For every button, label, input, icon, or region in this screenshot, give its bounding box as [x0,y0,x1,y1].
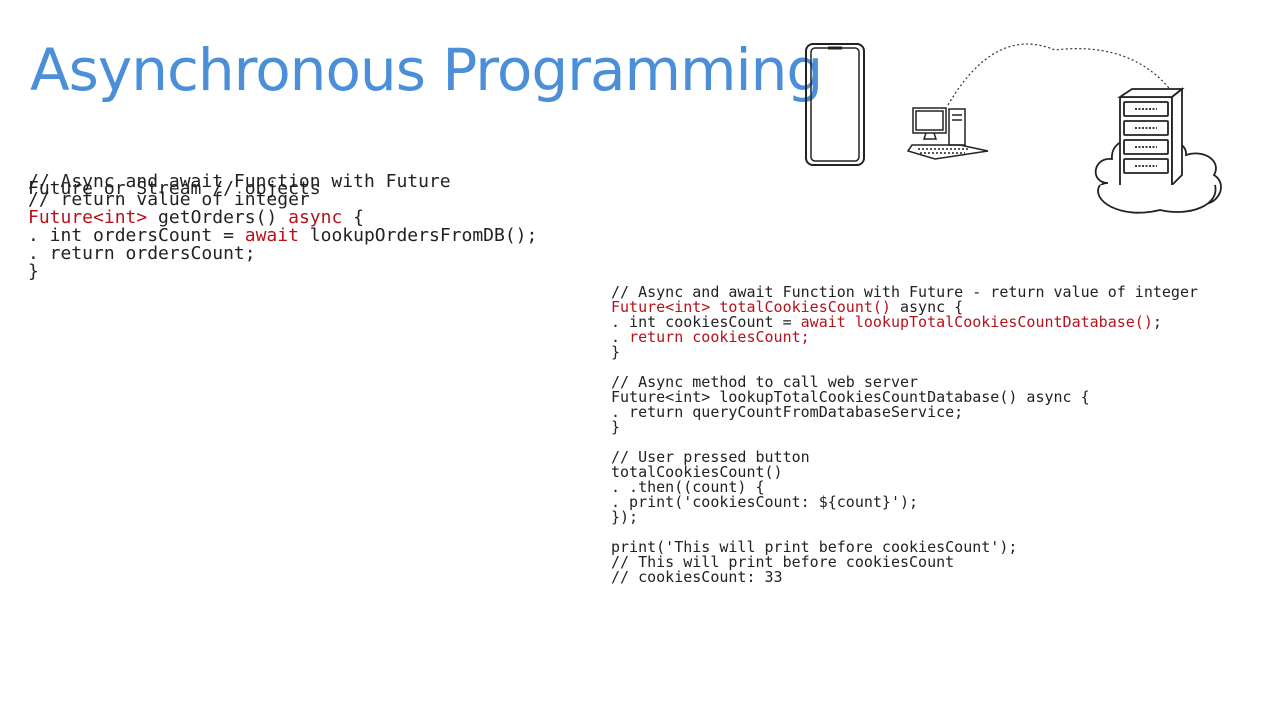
right-code-line: print('This will print before cookiesCou… [611,537,1198,556]
left-code-line: // return value of integer [28,187,537,210]
code-text: lookupOrdersFromDB(); [298,225,538,246]
desktop-computer-icon [906,107,989,160]
right-code-line: // This will print before cookiesCount [611,552,1198,571]
cloud-server-icon [1094,87,1222,214]
right-code-line: // Async method to call web server [611,372,1198,391]
right-code-line: . return queryCountFromDatabaseService; [611,402,1198,421]
code-keyword: await lookupTotalCookiesCountDatabase() [800,313,1153,331]
code-text: . print('cookiesCount: ${count}'); [611,493,919,511]
right-code-line: . int cookiesCount = await lookupTotalCo… [611,312,1198,331]
right-code-lines: // Async and await Function with Future … [611,282,1198,586]
left-code-lines: // Async and await Function with Future /… [28,169,537,282]
right-code-line: . print('cookiesCount: ${count}'); [611,492,1198,511]
code-text: . return ordersCount; [28,243,256,264]
code-text: . return queryCountFromDatabaseService; [611,403,964,421]
page-title: Asynchronous Programming [30,36,823,104]
right-code-line: . .then((count) { [611,477,1198,496]
right-code-line: totalCookiesCount() [611,462,1198,481]
left-code-line: . int ordersCount = await lookupOrdersFr… [28,223,537,246]
right-code-line: // User pressed button [611,447,1198,466]
code-keyword: return cookiesCount; [629,328,810,346]
code-text: } [28,261,39,282]
code-text: ; [1152,313,1162,331]
right-code-line: Future<int> lookupTotalCookiesCountDatab… [611,387,1198,406]
right-code-line [611,522,1198,537]
right-code-line [611,357,1198,372]
code-text: // cookiesCount: 33 [611,568,783,586]
illustration [805,43,1222,214]
right-code-line [611,432,1198,447]
right-code-line: // Async and await Function with Future … [611,282,1198,301]
left-code-line: Future<int> getOrders() async { [28,205,537,228]
left-code-line: // Async and await Function with Future [28,169,537,192]
smartphone-icon [805,43,865,166]
